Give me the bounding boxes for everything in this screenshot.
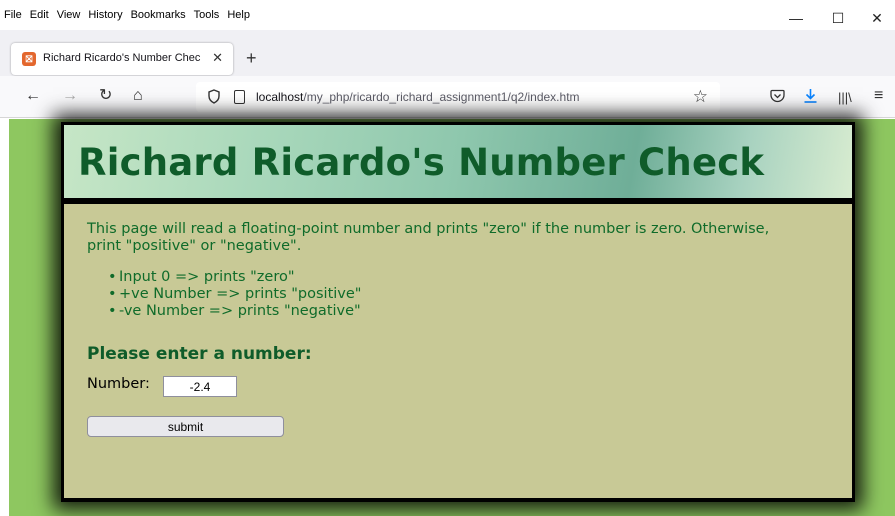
url-host: localhost xyxy=(256,90,304,104)
page-banner: Richard Ricardo's Number Check xyxy=(64,125,852,201)
url-text[interactable]: localhost/my_php/ricardo_richard_assignm… xyxy=(256,90,580,104)
new-tab-button[interactable]: + xyxy=(246,48,257,69)
tab-close-icon[interactable]: ✕ xyxy=(212,50,223,66)
menu-help[interactable]: Help xyxy=(227,9,250,21)
page-content: This page will read a floating-point num… xyxy=(64,204,852,498)
maximize-button[interactable]: ☐ xyxy=(828,10,848,27)
menu-edit[interactable]: Edit xyxy=(30,9,49,21)
number-label: Number: xyxy=(87,376,150,392)
forward-button[interactable]: → xyxy=(62,88,78,104)
app-menu-icon[interactable]: ≡ xyxy=(874,88,883,104)
download-icon[interactable] xyxy=(803,88,818,104)
menu-bar: File Edit View History Bookmarks Tools H… xyxy=(0,0,895,30)
pocket-icon[interactable] xyxy=(770,89,785,103)
list-item: Input 0 => prints "zero" xyxy=(108,269,361,286)
page-info-icon[interactable] xyxy=(234,90,245,104)
intro-text: This page will read a floating-point num… xyxy=(87,221,770,254)
reload-button[interactable]: ↻ xyxy=(99,88,112,104)
prompt-heading: Please enter a number: xyxy=(87,344,312,364)
viewport-edge xyxy=(0,119,9,516)
minimize-button[interactable]: — xyxy=(786,10,806,26)
close-window-button[interactable]: ✕ xyxy=(867,10,887,27)
tab-strip: ⛝ Richard Ricardo's Number Chec ✕ + xyxy=(0,30,895,76)
back-button[interactable]: ← xyxy=(25,88,41,104)
page-viewport: Richard Ricardo's Number Check This page… xyxy=(9,119,895,516)
home-button[interactable]: ⌂ xyxy=(133,88,143,104)
page-frame: Richard Ricardo's Number Check This page… xyxy=(61,122,855,502)
tab-title: Richard Ricardo's Number Chec xyxy=(43,52,201,64)
number-input[interactable] xyxy=(163,376,237,397)
menu-tools[interactable]: Tools xyxy=(194,9,220,21)
menu-file[interactable]: File xyxy=(4,9,22,21)
menu-view[interactable]: View xyxy=(57,9,81,21)
address-bar[interactable]: localhost/my_php/ricardo_richard_assignm… xyxy=(196,82,720,112)
list-item: -ve Number => prints "negative" xyxy=(108,303,361,320)
page-title: Richard Ricardo's Number Check xyxy=(78,141,765,184)
library-icon[interactable]: |||\ xyxy=(838,90,852,106)
favicon-icon: ⛝ xyxy=(22,52,36,66)
url-path: /my_php/ricardo_richard_assignment1/q2/i… xyxy=(303,90,580,104)
tab-active[interactable]: ⛝ Richard Ricardo's Number Chec ✕ xyxy=(11,43,233,75)
rules-list: Input 0 => prints "zero" +ve Number => p… xyxy=(108,269,361,320)
menu-history[interactable]: History xyxy=(88,9,122,21)
list-item: +ve Number => prints "positive" xyxy=(108,286,361,303)
bookmark-star-icon[interactable]: ☆ xyxy=(693,87,708,107)
submit-button[interactable]: submit xyxy=(87,416,284,437)
shield-icon[interactable] xyxy=(208,89,220,104)
menu-bookmarks[interactable]: Bookmarks xyxy=(131,9,186,21)
navigation-bar: ← → ↻ ⌂ localhost/my_php/ricardo_richard… xyxy=(0,76,895,118)
